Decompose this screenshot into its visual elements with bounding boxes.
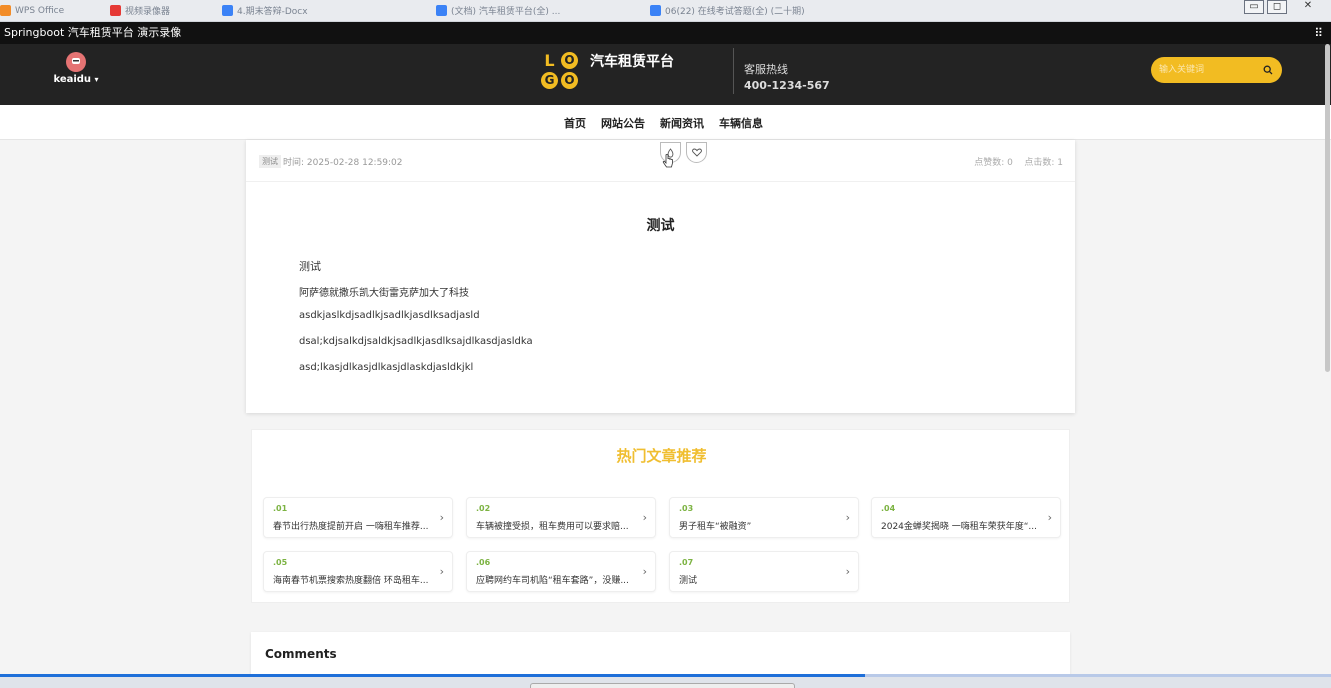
maximize-button[interactable]: ◻ [1267,0,1287,14]
chevron-right-icon: › [1047,511,1052,524]
chevron-down-icon: ▾ [94,75,99,84]
heart-icon [691,148,702,157]
os-taskbar: WPS Office 视频录像器 4.期末答辩-Docx (文档) 汽车租赁平台… [0,0,1331,22]
article-paragraph: 测试 [299,260,321,273]
user-menu[interactable]: keaidu ▾ [50,52,102,85]
drag-handle-icon[interactable]: ⠿ [1314,22,1323,44]
hot-articles-title: 热门文章推荐 [616,447,707,465]
article-paragraph: asd;lkasjdlkasjdlkasjdlaskdjasldkjkl [299,362,474,373]
article-meta: 测试 时间: 2025-02-28 12:59:02 点赞数: 0 点击数: 1 [246,140,1075,182]
article-body: 测试 阿萨德就撒乐凯大街雷克萨加大了科技 asdkjaslkdjsadlkjsa… [299,258,533,388]
user-face-icon [72,58,80,64]
hot-article-card[interactable]: .02 车辆被撞受损，租车费用可以要求赔... › [466,497,656,538]
os-tab-browser-2[interactable]: 06(22) 在线考试答题(全) (二十期) [650,3,870,18]
close-button[interactable]: ✕ [1298,0,1318,14]
hotline-number: 400-1234-567 [744,79,830,92]
os-tab-recorder[interactable]: 视频录像器 [110,3,190,18]
hot-article-card[interactable]: .03 男子租车“被融资” › [669,497,859,538]
player-control-pill[interactable] [530,683,795,688]
chevron-right-icon: › [439,565,444,578]
chevron-right-icon: › [642,565,647,578]
article-stats: 点赞数: 0 点击数: 1 [974,158,1063,168]
article-card: 测试 时间: 2025-02-28 12:59:02 点赞数: 0 点击数: 1… [246,140,1075,413]
site-header: keaidu ▾ L O G O 汽车租赁平台 客服热线 400-1234-56… [0,44,1331,105]
site-logo[interactable]: L O G O [541,50,581,90]
hot-article-card[interactable]: .07 测试 › [669,551,859,592]
chevron-right-icon: › [439,511,444,524]
hot-article-card[interactable]: .04 2024金蝉奖揭晓 一嗨租车荣获年度“... › [871,497,1061,538]
brand-name: 汽车租赁平台 [590,54,674,70]
recorder-title: Springboot 汽车租赁平台 演示录像 [4,26,182,39]
recorder-title-bar: Springboot 汽车租赁平台 演示录像 ⠿ [0,22,1331,44]
nav-item-announcements[interactable]: 网站公告 [601,115,645,131]
browser-icon [436,5,447,16]
search-box [1151,57,1282,83]
browser-icon [650,5,661,16]
wps-icon [0,5,11,16]
nav-item-home[interactable]: 首页 [564,115,586,131]
search-input[interactable] [1154,60,1254,80]
hot-article-card[interactable]: .05 海南春节机票搜索热度翻倍 环岛租车... › [263,551,453,592]
article-time: 时间: 2025-02-28 12:59:02 [283,158,403,168]
page-scrollbar[interactable] [1325,44,1330,372]
nav-item-vehicles[interactable]: 车辆信息 [719,115,763,131]
main-nav: 首页 网站公告 新闻资讯 车辆信息 [0,105,1331,140]
article-paragraph: asdkjaslkdjsadlkjsadlkjasdlksadjasld [299,310,480,321]
hot-article-card[interactable]: .06 应聘网约车司机陷“租车套路”，没赚... › [466,551,656,592]
chevron-right-icon: › [845,511,850,524]
search-icon [1263,65,1273,75]
os-tab-browser-1[interactable]: (文档) 汽车租赁平台(全) ... [436,3,626,18]
recorder-icon [110,5,121,16]
favorite-button[interactable] [686,142,707,163]
os-tab-wps[interactable]: WPS Office [0,3,90,18]
article-title: 测试 [646,218,675,234]
hot-article-card[interactable]: .01 春节出行热度提前开启 一嗨租车推荐... › [263,497,453,538]
chevron-right-icon: › [642,511,647,524]
article-paragraph: 阿萨德就撒乐凯大街雷克萨加大了科技 [299,288,469,299]
header-divider [733,48,734,94]
os-tab-doc[interactable]: 4.期末答辩-Docx [222,3,332,18]
hotline-label: 客服热线 [744,63,788,76]
comments-title: Comments [265,647,337,661]
hand-cursor-icon [662,154,673,168]
article-tag: 测试 [259,155,281,168]
hot-articles: 热门文章推荐 .01 春节出行热度提前开启 一嗨租车推荐... › .02 车辆… [251,429,1070,603]
minimize-button[interactable]: ▭ [1244,0,1264,14]
username: keaidu [53,74,92,85]
search-button[interactable] [1258,61,1278,79]
nav-item-news[interactable]: 新闻资讯 [660,115,704,131]
avatar [66,52,86,72]
article-paragraph: dsal;kdjsalkdjsaldkjsadlkjasdlksajdlkasd… [299,336,533,347]
chevron-right-icon: › [845,565,850,578]
doc-icon [222,5,233,16]
